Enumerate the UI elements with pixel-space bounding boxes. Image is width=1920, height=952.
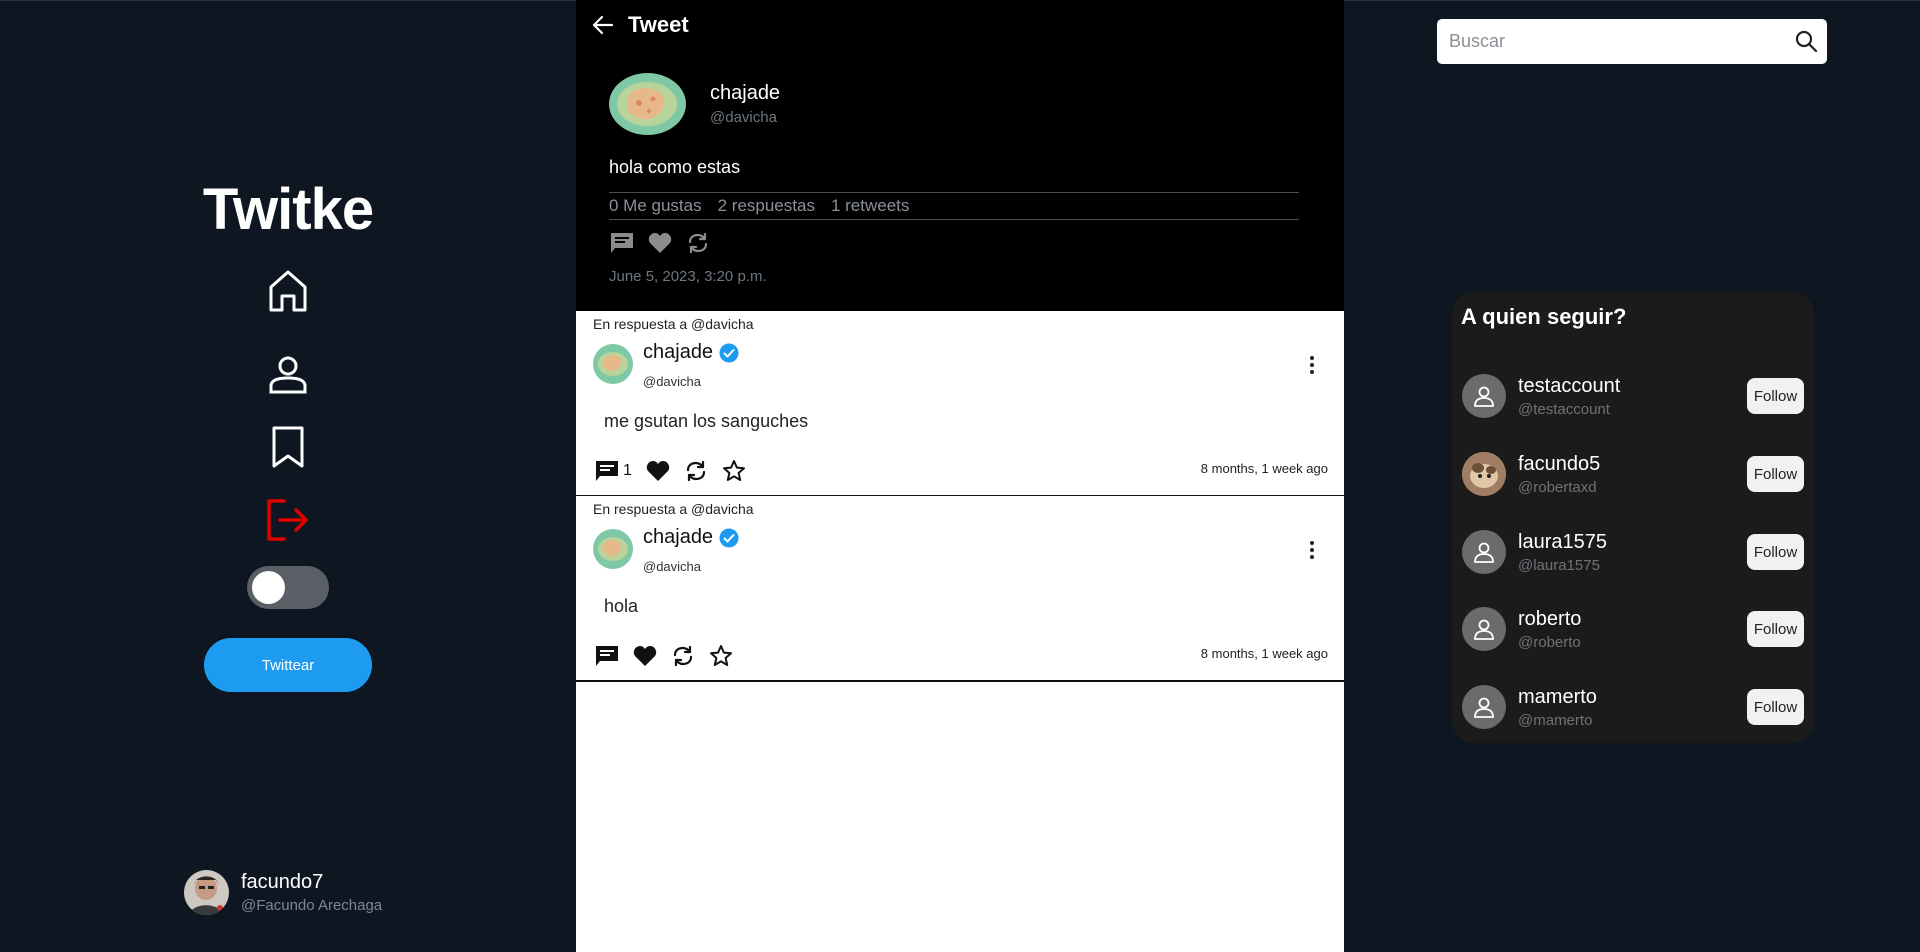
page-title: Tweet xyxy=(628,12,689,37)
search-icon[interactable] xyxy=(1793,28,1819,54)
tweet-stats: 0 Me gustas 2 respuestas 1 retweets xyxy=(609,192,1299,220)
reply-context[interactable]: En respuesta a @davicha xyxy=(593,316,754,332)
suggested-user[interactable]: mamerto @mamerto Follow xyxy=(1462,677,1804,737)
current-user-name: facundo7 xyxy=(241,871,324,893)
suggested-user[interactable]: laura1575 @laura1575 Follow xyxy=(1462,522,1804,582)
who-to-follow-title: A quien seguir? xyxy=(1461,304,1627,329)
search-input[interactable] xyxy=(1447,30,1781,53)
retweet-icon[interactable] xyxy=(682,457,710,485)
bookmark-icon[interactable] xyxy=(264,423,312,471)
search-box xyxy=(1437,19,1827,64)
replies-count[interactable]: 2 respuestas xyxy=(718,196,815,216)
back-arrow-icon[interactable] xyxy=(590,12,616,38)
tweet-detail-column: Tweet chajade @davicha hola como estas 0… xyxy=(576,0,1344,952)
heart-icon[interactable] xyxy=(644,457,672,485)
reply-author-name: chajade xyxy=(643,341,714,363)
follow-button[interactable]: Follow xyxy=(1747,456,1804,492)
comment-icon[interactable] xyxy=(593,457,621,485)
theme-toggle[interactable] xyxy=(247,566,329,609)
current-user[interactable]: facundo7 @Facundo Arechaga xyxy=(184,870,382,915)
suggested-user-handle: @testaccount xyxy=(1518,400,1610,418)
reply-tweet[interactable]: En respuesta a @davicha chajade @davicha… xyxy=(576,311,1344,497)
reply-context[interactable]: En respuesta a @davicha xyxy=(593,501,754,517)
suggested-user[interactable]: testaccount @testaccount Follow xyxy=(1462,366,1804,426)
reply-author-handle: @davicha xyxy=(643,559,702,574)
main-tweet: Tweet chajade @davicha hola como estas 0… xyxy=(576,0,1344,311)
reply-actions: 1 xyxy=(593,457,758,485)
follow-button[interactable]: Follow xyxy=(1747,378,1804,414)
comment-icon[interactable] xyxy=(593,642,621,670)
suggested-user-handle: @roberto xyxy=(1518,633,1581,651)
tweet-date: June 5, 2023, 3:20 p.m. xyxy=(609,268,767,285)
reply-author-name: chajade xyxy=(643,526,714,548)
author-name: chajade xyxy=(710,82,781,104)
suggested-user-name: facundo5 xyxy=(1518,452,1601,475)
avatar xyxy=(1462,452,1506,496)
suggested-user[interactable]: roberto @roberto Follow xyxy=(1462,599,1804,659)
suggested-user-handle: @laura1575 xyxy=(1518,556,1600,574)
default-avatar-icon xyxy=(1462,374,1506,418)
current-user-handle: @Facundo Arechaga xyxy=(241,897,383,914)
follow-button[interactable]: Follow xyxy=(1747,689,1804,725)
verified-badge-icon xyxy=(719,343,739,363)
tweet-actions xyxy=(609,230,711,256)
reply-author[interactable]: chajade xyxy=(643,341,739,364)
suggested-user-handle: @mamerto xyxy=(1518,711,1593,729)
reply-timestamp: 8 months, 1 week ago xyxy=(1200,646,1328,661)
reply-timestamp: 8 months, 1 week ago xyxy=(1200,461,1328,476)
suggested-user-name: testaccount xyxy=(1518,374,1621,397)
who-to-follow-panel: A quien seguir? testaccount @testaccount… xyxy=(1452,292,1814,743)
tweet-author[interactable]: chajade @davicha xyxy=(609,73,780,135)
comment-icon[interactable] xyxy=(609,230,635,256)
brand-logo[interactable]: Twitke xyxy=(0,176,576,243)
tweet-button[interactable]: Twittear xyxy=(204,638,372,692)
reply-text: hola xyxy=(604,596,639,616)
star-icon[interactable] xyxy=(707,642,735,670)
tweet-header: Tweet xyxy=(590,12,689,38)
sidebar: Twitke Twittear facundo7 @Facundo Arecha… xyxy=(0,0,576,952)
author-avatar xyxy=(609,73,686,135)
avatar xyxy=(184,870,229,915)
follow-button[interactable]: Follow xyxy=(1747,611,1804,647)
suggested-user-name: laura1575 xyxy=(1518,530,1607,553)
retweet-icon[interactable] xyxy=(685,230,711,256)
verified-badge-icon xyxy=(719,528,739,548)
retweets-count[interactable]: 1 retweets xyxy=(831,196,909,216)
follow-button[interactable]: Follow xyxy=(1747,534,1804,570)
comment-count: 1 xyxy=(623,462,632,479)
profile-icon[interactable] xyxy=(264,350,312,398)
reply-avatar[interactable] xyxy=(593,344,633,384)
reply-author-handle: @davicha xyxy=(643,374,702,389)
suggested-user[interactable]: facundo5 @robertaxd Follow xyxy=(1462,444,1804,504)
likes-count[interactable]: 0 Me gustas xyxy=(609,196,702,216)
reply-tweet[interactable]: En respuesta a @davicha chajade @davicha… xyxy=(576,496,1344,682)
default-avatar-icon xyxy=(1462,607,1506,651)
retweet-icon[interactable] xyxy=(669,642,697,670)
default-avatar-icon xyxy=(1462,530,1506,574)
reply-author[interactable]: chajade xyxy=(643,526,739,549)
suggested-user-handle: @robertaxd xyxy=(1518,478,1597,496)
logout-icon[interactable] xyxy=(264,496,312,544)
tweet-text: hola como estas xyxy=(609,157,741,177)
more-options-icon[interactable] xyxy=(1302,353,1322,377)
heart-icon[interactable] xyxy=(631,642,659,670)
star-icon[interactable] xyxy=(720,457,748,485)
more-options-icon[interactable] xyxy=(1302,538,1322,562)
reply-avatar[interactable] xyxy=(593,529,633,569)
heart-icon[interactable] xyxy=(647,230,673,256)
home-icon[interactable] xyxy=(264,267,312,315)
reply-actions xyxy=(593,642,745,670)
author-handle: @davicha xyxy=(710,109,777,126)
reply-text: me gsutan los sanguches xyxy=(604,411,809,431)
toggle-knob xyxy=(252,571,285,604)
suggested-user-name: roberto xyxy=(1518,607,1582,630)
default-avatar-icon xyxy=(1462,685,1506,729)
suggested-user-name: mamerto xyxy=(1518,685,1597,708)
